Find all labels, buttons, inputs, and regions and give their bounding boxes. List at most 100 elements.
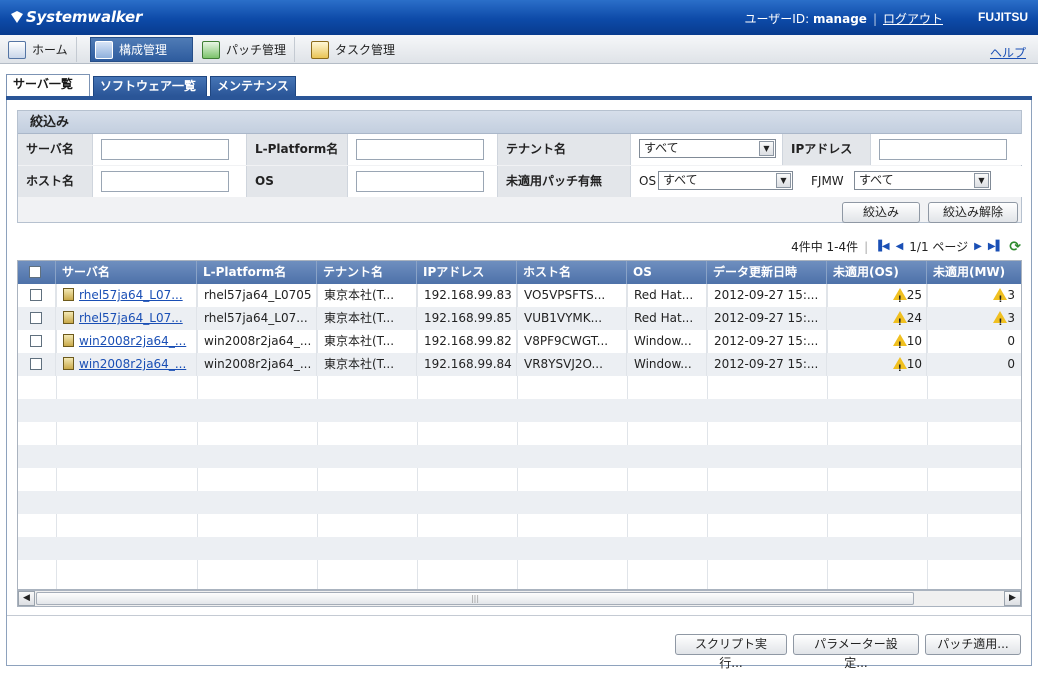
configuration-icon xyxy=(95,40,113,59)
lplatform-cell: win2008r2ja64_... xyxy=(197,353,317,376)
prev-page-icon[interactable]: ◀ xyxy=(896,241,904,252)
menu-item-task[interactable]: タスク管理 xyxy=(307,37,403,62)
host-name-input[interactable] xyxy=(101,171,229,192)
scroll-right-icon[interactable]: ▶ xyxy=(1004,591,1021,606)
unapplied-fjmw-select[interactable]: すべて ▼ xyxy=(854,171,991,190)
server-name-cell: rhel57ja64_L07... xyxy=(56,307,197,330)
server-name-link[interactable]: rhel57ja64_L07... xyxy=(79,311,183,325)
tab-maintenance[interactable]: メンテナンス xyxy=(210,76,296,96)
row-checkbox[interactable] xyxy=(30,358,42,370)
unapplied-mw-count: 0 xyxy=(1007,334,1015,348)
tenant-cell: 東京本社(T... xyxy=(317,330,417,353)
user-id-label: ユーザーID: xyxy=(744,12,810,26)
row-checkbox[interactable] xyxy=(30,312,42,324)
empty-row xyxy=(18,376,1021,399)
first-page-icon[interactable]: ▐◀ xyxy=(874,241,889,252)
tab-server-list[interactable]: サーバ一覧 xyxy=(6,74,90,96)
filter-row-1: サーバ名 L-Platform名 テナント名 すべて ▼ IPアドレス xyxy=(18,134,1023,165)
table-row[interactable]: rhel57ja64_L07... rhel57ja64_L07... 東京本社(T… xyxy=(18,307,1021,330)
last-page-icon[interactable]: ▶▌ xyxy=(988,241,1003,252)
warning-icon xyxy=(993,311,1008,330)
updated-cell: 2012-09-27 15:... xyxy=(707,353,827,376)
home-info-icon xyxy=(8,40,26,59)
os-input[interactable] xyxy=(356,171,484,192)
column-header-host[interactable]: ホスト名 xyxy=(517,261,627,284)
menu-item-label: パッチ管理 xyxy=(226,43,287,57)
column-header-os[interactable]: OS xyxy=(627,261,707,284)
apply-patch-button[interactable]: パッチ適用... xyxy=(925,634,1021,655)
filter-panel: 絞込み サーバ名 L-Platform名 テナント名 すべて ▼ IPアドレス xyxy=(17,110,1023,223)
run-script-button[interactable]: スクリプト実行... xyxy=(675,634,787,670)
vendor-logo: FUJITSU xyxy=(977,10,1028,24)
table-row[interactable]: win2008r2ja64_... win2008r2ja64_... 東京本社(T… xyxy=(18,330,1021,353)
next-page-icon[interactable]: ▶ xyxy=(974,241,982,252)
tenant-select[interactable]: すべて ▼ xyxy=(639,139,776,158)
host-cell: VUB1VYMK... xyxy=(517,307,627,330)
unapplied-os-cell: 24 xyxy=(827,307,927,330)
column-header-unapplied-os[interactable]: 未適用(OS) xyxy=(827,261,927,284)
menu-item-home[interactable]: ホーム xyxy=(4,37,77,62)
row-checkbox[interactable] xyxy=(30,289,42,301)
ip-input[interactable] xyxy=(879,139,1007,160)
warning-icon xyxy=(892,288,907,307)
chevron-down-icon: ▼ xyxy=(759,141,774,156)
systemwalker-logo-icon xyxy=(11,11,23,23)
server-name-link[interactable]: win2008r2ja64_... xyxy=(79,357,186,371)
column-header-tenant[interactable]: テナント名 xyxy=(317,261,417,284)
task-clipboard-icon xyxy=(311,40,329,59)
horizontal-scrollbar[interactable]: ◀ ||| ▶ xyxy=(17,590,1022,607)
empty-row xyxy=(18,422,1021,445)
column-header-lplatform[interactable]: L-Platform名 xyxy=(197,261,317,284)
warning-icon xyxy=(892,334,907,353)
table-row[interactable]: win2008r2ja64_... win2008r2ja64_... 東京本社(T… xyxy=(18,353,1021,376)
updated-cell: 2012-09-27 15:... xyxy=(707,330,827,353)
server-name-input[interactable] xyxy=(101,139,229,160)
footer-divider xyxy=(7,615,1031,616)
column-header-ip[interactable]: IPアドレス xyxy=(417,261,517,284)
menu-item-configuration[interactable]: 構成管理 xyxy=(90,37,193,62)
logout-link[interactable]: ログアウト xyxy=(883,12,943,26)
tenant-select-value: すべて xyxy=(644,141,679,155)
unapplied-mw-cell: 0 xyxy=(927,330,1021,353)
select-all-cell xyxy=(18,261,56,284)
empty-row xyxy=(18,399,1021,422)
tenant-label: テナント名 xyxy=(498,134,631,165)
unapplied-os-select[interactable]: すべて ▼ xyxy=(658,171,793,190)
column-header-server-name[interactable]: サーバ名 xyxy=(56,261,197,284)
empty-row xyxy=(18,537,1021,560)
menu-item-label: ホーム xyxy=(32,43,68,57)
ip-cell: 192.168.99.85 xyxy=(417,307,517,330)
column-header-unapplied-mw[interactable]: 未適用(MW) xyxy=(927,261,1021,284)
tenant-cell: 東京本社(T... xyxy=(317,353,417,376)
empty-row xyxy=(18,491,1021,514)
scroll-left-icon[interactable]: ◀ xyxy=(18,591,35,606)
lplatform-input[interactable] xyxy=(356,139,484,160)
table-row[interactable]: rhel57ja64_L07... rhel57ja64_L0705 東京本社(T.… xyxy=(18,284,1021,307)
filter-clear-button[interactable]: 絞込み解除 xyxy=(928,202,1018,223)
unapplied-os-select-value: すべて xyxy=(663,173,698,187)
server-name-link[interactable]: win2008r2ja64_... xyxy=(79,334,186,348)
unapplied-os-count: 25 xyxy=(906,288,922,302)
host-name-label: ホスト名 xyxy=(18,166,93,197)
os-label: OS xyxy=(247,166,348,197)
updated-cell: 2012-09-27 15:... xyxy=(707,307,827,330)
top-bar: Systemwalker ユーザーID: manage | ログアウト FUJITS… xyxy=(0,0,1038,35)
unapplied-mw-count: 3 xyxy=(1007,288,1015,302)
filter-apply-button[interactable]: 絞込み xyxy=(842,202,920,223)
server-icon xyxy=(63,288,74,301)
scroll-thumb[interactable]: ||| xyxy=(36,592,914,605)
unapplied-fjmw-select-value: すべて xyxy=(859,173,894,187)
select-all-checkbox[interactable] xyxy=(29,266,41,278)
os-cell: Window... xyxy=(627,330,707,353)
tab-software-list[interactable]: ソフトウェア一覧 xyxy=(93,76,207,96)
column-header-updated[interactable]: データ更新日時 xyxy=(707,261,827,284)
menu-item-patch[interactable]: パッチ管理 xyxy=(198,37,296,62)
refresh-icon[interactable]: ⟳ xyxy=(1009,239,1021,255)
menu-item-label: タスク管理 xyxy=(335,43,396,57)
help-link[interactable]: ヘルプ xyxy=(990,44,1026,61)
server-name-link[interactable]: rhel57ja64_L07... xyxy=(79,288,183,302)
parameter-settings-button[interactable]: パラメーター設定... xyxy=(793,634,919,670)
tenant-cell: 東京本社(T... xyxy=(317,284,417,307)
brand-logo: Systemwalker xyxy=(10,8,142,26)
row-checkbox[interactable] xyxy=(30,335,42,347)
